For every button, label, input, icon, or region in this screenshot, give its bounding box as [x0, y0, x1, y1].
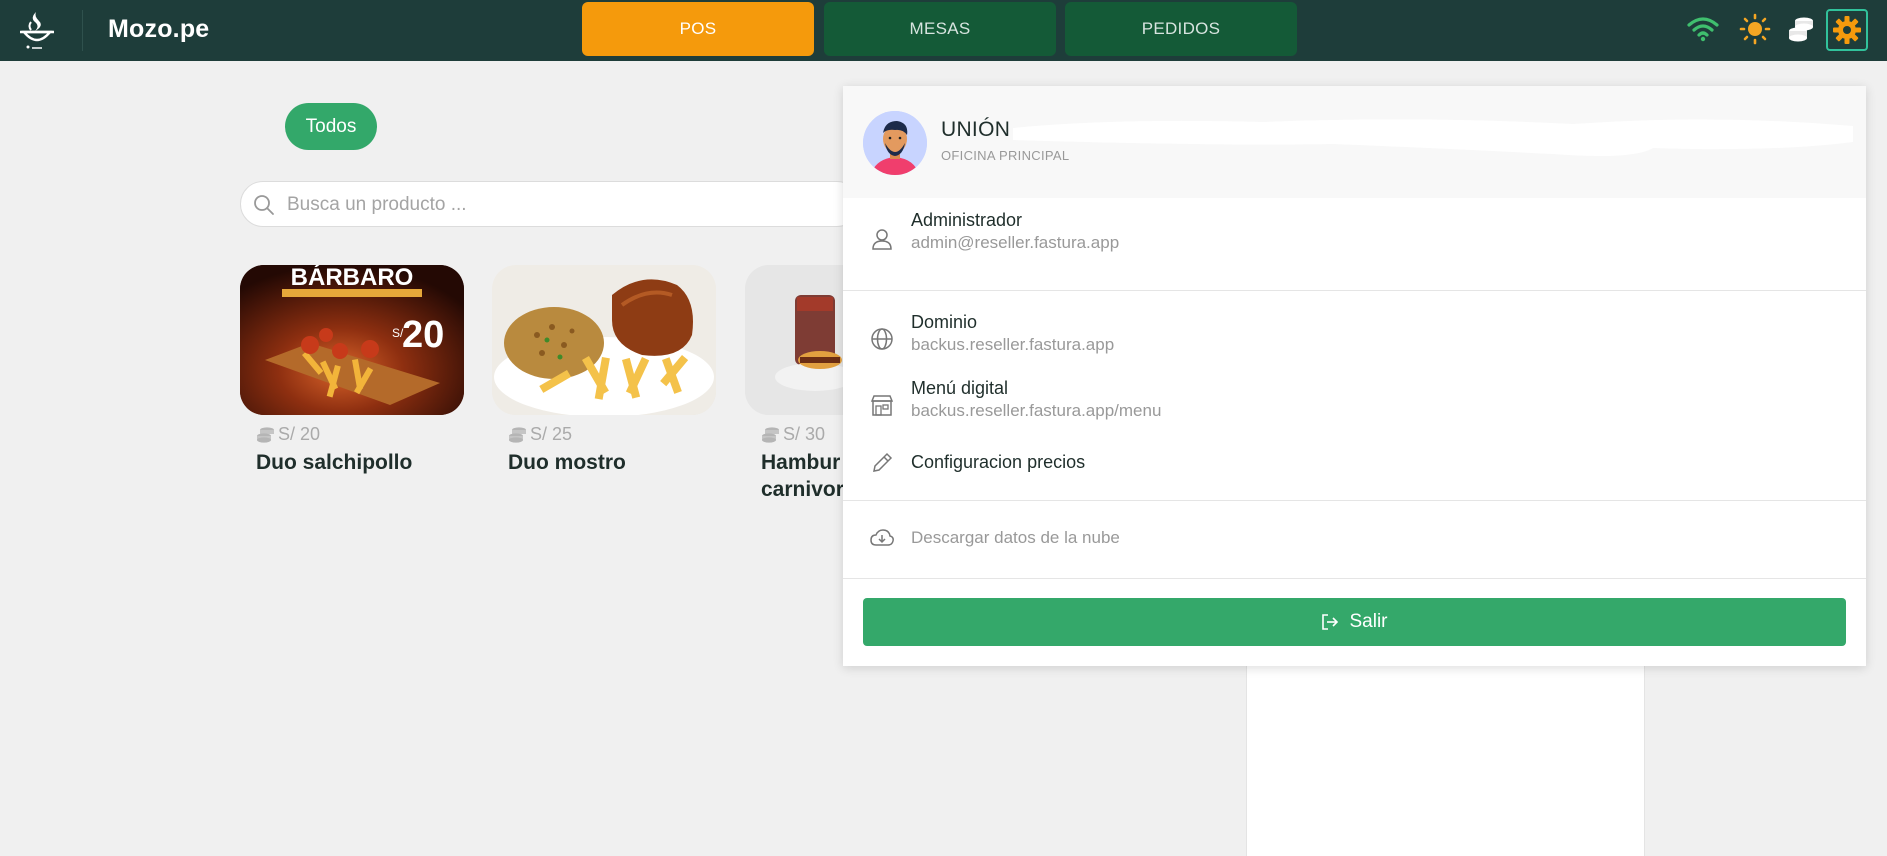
product-card[interactable]: S/ 25 Duo mostro	[492, 265, 716, 476]
dropdown-header: UNIÓN OFICINA PRINCIPAL	[843, 86, 1866, 198]
product-image	[492, 265, 716, 415]
logo-icon	[14, 4, 60, 54]
product-price: S/ 25	[508, 424, 716, 445]
product-price: S/ 20	[256, 424, 464, 445]
price-text: S/ 20	[278, 424, 321, 444]
menu-item-digital-menu[interactable]: Menú digital backus.reseller.fastura.app…	[843, 378, 1866, 434]
globe-icon	[869, 326, 895, 352]
order-panel	[1246, 664, 1645, 856]
top-bar: Mozo.pe POS MESAS PEDIDOS	[0, 0, 1887, 61]
tab-mesas[interactable]: MESAS	[824, 2, 1056, 56]
coins-icon	[762, 426, 779, 443]
brand-name: Mozo.pe	[108, 15, 210, 43]
price-text: S/ 30	[783, 424, 826, 444]
logout-icon	[1322, 614, 1339, 630]
menu-item-user[interactable]: Administrador admin@reseller.fastura.app	[843, 210, 1866, 270]
divider	[843, 578, 1866, 579]
divider	[843, 290, 1866, 291]
tab-pos[interactable]: POS	[582, 2, 814, 56]
product-name: Duo mostro	[508, 451, 626, 474]
domain-value: backus.reseller.fastura.app	[911, 335, 1115, 354]
digital-menu-label: Menú digital	[911, 378, 1009, 398]
sun-icon[interactable]	[1738, 12, 1772, 46]
digital-menu-value: backus.reseller.fastura.app/menu	[911, 401, 1162, 420]
avatar	[863, 111, 927, 175]
menu-item-prices[interactable]: Configuracion precios	[843, 450, 1866, 486]
product-image: BÁRBARO S/ 20	[240, 265, 464, 415]
settings-gear-icon[interactable]	[1826, 9, 1868, 51]
svg-text:20: 20	[402, 314, 444, 356]
logout-label: Salir	[1349, 611, 1388, 632]
store-icon	[869, 392, 895, 418]
divider	[843, 500, 1866, 501]
redaction-scribble	[1013, 119, 1853, 156]
coins-icon[interactable]	[1784, 12, 1818, 46]
user-icon	[869, 226, 895, 252]
download-label: Descargar datos de la nube	[911, 528, 1120, 547]
product-image-title: BÁRBARO	[291, 265, 414, 291]
coins-icon	[257, 426, 274, 443]
product-card[interactable]: BÁRBARO S/ 20 S/ 20 Duo salchipollo	[240, 265, 464, 476]
user-role: Administrador	[911, 210, 1023, 230]
tab-pedidos[interactable]: PEDIDOS	[1065, 2, 1297, 56]
product-search[interactable]	[240, 181, 860, 227]
price-text: S/ 25	[530, 424, 573, 444]
logout-button[interactable]: Salir	[863, 598, 1846, 646]
coins-icon	[509, 426, 526, 443]
category-chip-todos[interactable]: Todos	[285, 103, 377, 150]
search-input[interactable]	[287, 188, 847, 222]
search-icon	[253, 194, 275, 216]
wifi-icon[interactable]	[1686, 12, 1720, 46]
settings-dropdown: UNIÓN OFICINA PRINCIPAL Administrador ad…	[843, 86, 1866, 666]
prices-label: Configuracion precios	[911, 452, 1086, 472]
menu-item-domain[interactable]: Dominio backus.reseller.fastura.app	[843, 312, 1866, 368]
user-email: admin@reseller.fastura.app	[911, 233, 1120, 252]
product-name: Duo salchipollo	[256, 451, 413, 474]
company-name: UNIÓN	[941, 118, 1011, 141]
pencil-icon	[869, 450, 895, 476]
menu-item-download[interactable]: Descargar datos de la nube	[843, 526, 1866, 562]
cloud-download-icon	[869, 526, 895, 552]
domain-label: Dominio	[911, 312, 978, 332]
brand-divider	[82, 10, 83, 51]
